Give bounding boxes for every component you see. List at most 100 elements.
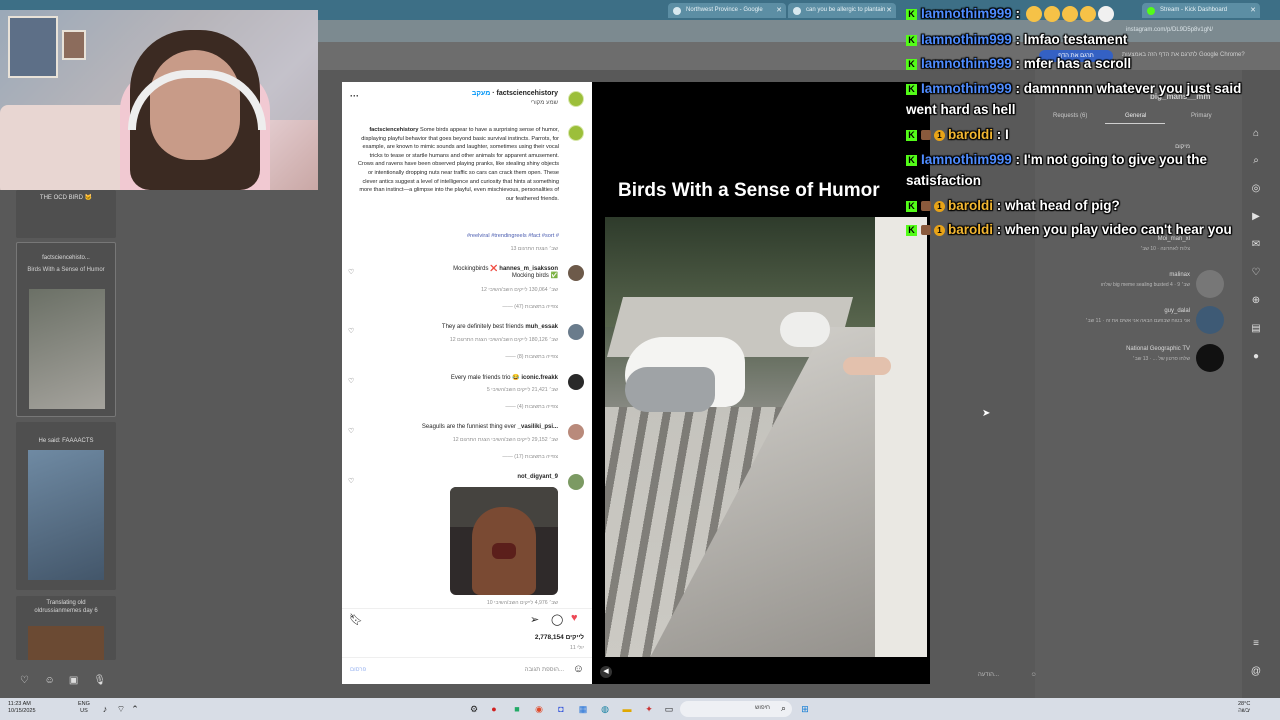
file-explorer-icon[interactable]: ▬ (620, 702, 634, 716)
dm-thread[interactable]: malinax שלחו big meme sealing busted 4 ·… (1040, 268, 1230, 298)
dm-thread[interactable]: National Geographic TV שלחו סרטון של ...… (1040, 342, 1230, 372)
feed-item[interactable]: THE OCD BIRD 🐱 (16, 190, 116, 238)
emoji-icon[interactable]: ☺ (573, 663, 584, 675)
view-replies[interactable]: —— צפייה בתשובות (4) (505, 404, 558, 410)
like-comment-icon[interactable]: ♡ (348, 377, 354, 385)
dm-avatar (1196, 270, 1224, 298)
profile-icon[interactable]: ● (1250, 351, 1262, 363)
mouse-cursor-icon: ➤ (982, 408, 991, 419)
tab-allergic-plantain[interactable]: can you be allergic to plantain ✕ (788, 3, 896, 18)
like-comment-icon[interactable]: ♡ (348, 327, 354, 335)
settings-gear-icon[interactable]: ⚙ (467, 702, 481, 716)
author-avatar[interactable] (568, 91, 584, 107)
commenter-avatar[interactable] (568, 474, 584, 490)
caption-meta: 13 שב׳ הצגת התרגום (510, 246, 558, 252)
edge-icon[interactable]: ◍ (598, 702, 612, 716)
share-icon[interactable]: ➢ (530, 613, 539, 626)
chevron-up-icon[interactable]: ⌃ (128, 702, 142, 716)
url-text[interactable]: instagram.com/p/DL9D5p8v1gN/ (1126, 27, 1213, 33)
video-player[interactable]: Birds With a Sense of Humor ◀ (592, 82, 930, 684)
translate-prompt: לתרגם את הדף הזה באמצעות Google Chrome? (1122, 52, 1245, 58)
threads-icon[interactable]: @ (1250, 666, 1262, 678)
view-replies[interactable]: —— צפייה בתשובות (17) (502, 454, 558, 460)
follow-link[interactable]: מעקב (472, 90, 490, 97)
caption-username[interactable]: factsciencehistory (369, 127, 418, 133)
language-indicator[interactable]: ENG US (78, 701, 90, 715)
dm-compose-input[interactable]: הודעה... (978, 672, 999, 678)
sticker-icon[interactable]: ☺ (44, 675, 58, 687)
tab-kick-dashboard[interactable]: Stream - Kick Dashboard ✕ (1142, 3, 1260, 18)
post-hashtags[interactable]: #reelviral #trendingreels #fact #sort # (356, 233, 559, 239)
chat-username: Iamnothim999 (921, 32, 1012, 47)
app-icon[interactable]: ● (487, 702, 501, 716)
create-icon[interactable]: ⊕ (1250, 295, 1262, 307)
comment-username[interactable]: iconic.freakk (521, 375, 558, 381)
caption-avatar[interactable] (568, 125, 584, 141)
more-options-icon[interactable]: ··· (350, 91, 359, 101)
app-icon[interactable]: ■ (510, 702, 524, 716)
close-icon[interactable]: ✕ (1250, 3, 1256, 18)
heart-icon[interactable]: ♡ (20, 675, 34, 687)
commenter-avatar[interactable] (568, 324, 584, 340)
chat-username: baroldi (948, 127, 994, 142)
notifications-heart-icon[interactable]: ♡ (1250, 267, 1262, 279)
home-icon[interactable]: ⌂ (1250, 128, 1262, 140)
dashboard-icon[interactable]: ▤ (1250, 323, 1262, 335)
clock[interactable]: 11:23 AM 10/15/2025 (8, 701, 36, 715)
commenter-avatar[interactable] (568, 424, 584, 440)
chrome-icon[interactable]: ◉ (532, 702, 546, 716)
commenter-avatar[interactable] (568, 374, 584, 390)
emoji-icon[interactable]: ☺ (1031, 672, 1037, 678)
microphone-icon[interactable]: 🎙 (93, 675, 107, 687)
left-bottom-icons: ♡ ☺ ▣ 🎙 (20, 670, 113, 688)
post-author[interactable]: מעקב · factsciencehistory (472, 90, 558, 97)
close-icon[interactable]: ✕ (886, 3, 892, 18)
likes-count[interactable]: 2,778,154 לייקים (535, 634, 584, 641)
chat-message: K 1 baroldi : what head of pig? (906, 195, 1120, 216)
dm-thread[interactable]: guy_dalal אני בטוח שבפעם הבאה אני אשים א… (1040, 304, 1230, 334)
windows-start-icon[interactable]: ⊞ (798, 702, 812, 716)
store-icon[interactable]: ▦ (576, 702, 590, 716)
comment-username[interactable]: hannes_m_isaksson (499, 266, 558, 272)
comment-username[interactable]: _vasiliki_psi... (518, 424, 558, 430)
feed-item[interactable]: He said: FAAAACTS (16, 422, 116, 590)
audio-label[interactable]: שמע מקורי (530, 100, 558, 106)
post-comment-button[interactable]: פרסום (350, 667, 366, 673)
like-comment-icon[interactable]: ♡ (348, 477, 354, 485)
feed-item[interactable]: Translating old oldrussianmemes day 6 (16, 596, 116, 660)
app-icon[interactable]: ✦ (642, 702, 656, 716)
chat-message: K Iamnothim999 : (906, 3, 1114, 24)
comment-icon[interactable]: ◯ (551, 613, 563, 626)
mute-icon[interactable]: ◀ (600, 666, 612, 678)
comment-username[interactable]: not_digyant_9 (517, 474, 558, 480)
like-comment-icon[interactable]: ♡ (348, 268, 354, 276)
gallery-icon[interactable]: ▣ (69, 675, 83, 687)
user-emote-icon (921, 130, 931, 141)
task-view-icon[interactable]: ▭ (662, 702, 676, 716)
kick-badge-icon: K (906, 8, 917, 20)
volume-icon[interactable]: ♪ (98, 702, 112, 716)
dm-compose[interactable]: הודעה... ☺ (978, 672, 1037, 678)
network-icon[interactable]: ⌔ (114, 702, 128, 716)
close-icon[interactable]: ✕ (776, 3, 782, 18)
tab-northwest-province[interactable]: Northwest Province - Google ✕ (668, 3, 786, 18)
bookmark-icon[interactable]: 🔖︎ (349, 613, 363, 626)
commenter-avatar[interactable] (568, 265, 584, 281)
heart-liked-icon[interactable]: ♥ (571, 612, 578, 624)
taskbar-search[interactable]: חיפוש ⌕ (680, 701, 792, 717)
messages-icon[interactable]: ✉ (1250, 239, 1262, 251)
dm-thread-name: malinax (1169, 272, 1190, 278)
weather-widget[interactable]: 28°C יבשה (1238, 701, 1250, 715)
feed-item-active[interactable]: factsciencehisto... Birds With a Sense o… (16, 242, 116, 417)
menu-icon[interactable]: ≡ (1250, 638, 1262, 650)
comment-username[interactable]: muh_essak (525, 324, 558, 330)
author-username[interactable]: factsciencehistory (497, 90, 558, 97)
post-modal: ··· מעקב · factsciencehistory שמע מקורי … (342, 82, 930, 684)
dm-avatar (1196, 344, 1224, 372)
app-icon[interactable]: ◘ (554, 702, 568, 716)
view-replies[interactable]: —— צפייה בתשובות (47) (502, 304, 558, 310)
like-comment-icon[interactable]: ♡ (348, 427, 354, 435)
comment-input[interactable]: הוספת תגובה... (525, 667, 564, 673)
feed-caption: Translating old (46, 600, 86, 606)
view-replies[interactable]: —— צפייה בתשובות (8) (505, 354, 558, 360)
